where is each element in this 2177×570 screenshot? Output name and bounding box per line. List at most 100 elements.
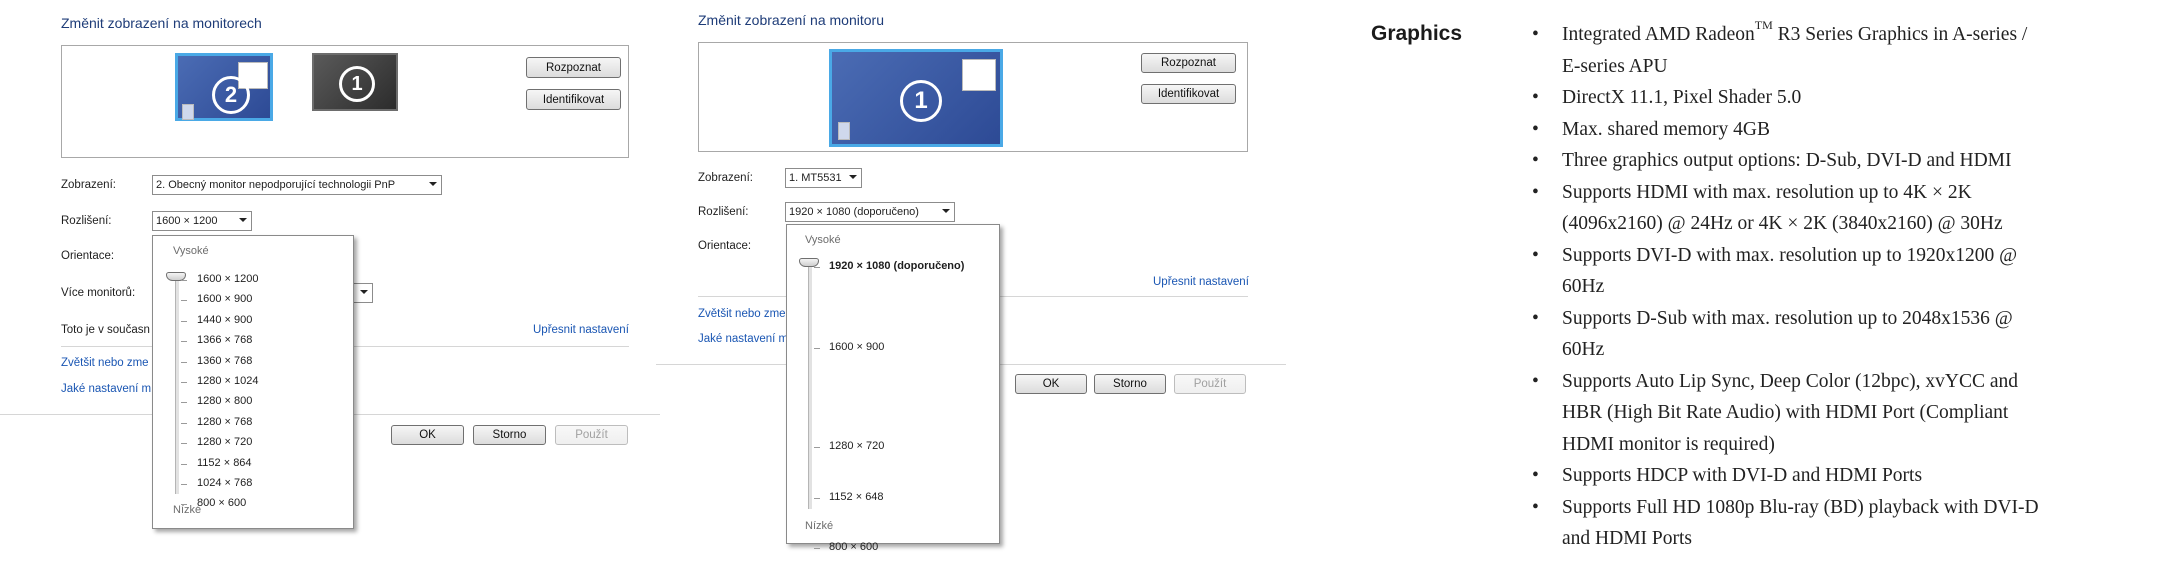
slider-tick <box>814 548 820 549</box>
resolution-option[interactable]: 1280 × 720 <box>197 436 252 448</box>
slider-tick <box>181 402 187 404</box>
resolution-slider-track[interactable] <box>808 263 812 509</box>
resize-text-link[interactable]: Zvětšit nebo zme <box>61 357 149 369</box>
list-item-text: DirectX 11.1, Pixel Shader 5.0 <box>1562 87 1802 108</box>
resolution-option[interactable]: 1152 × 648 <box>829 491 884 503</box>
list-item-text: Supports Auto Lip Sync, Deep Color (12bp… <box>1562 370 2019 392</box>
display-select-value: 1. MT5531 <box>789 172 842 184</box>
list-item-text: Integrated AMD Radeon <box>1562 24 1755 45</box>
resolution-option[interactable]: 1440 × 900 <box>197 314 252 326</box>
resolution-option[interactable]: 800 × 600 <box>829 541 878 553</box>
resolution-option[interactable]: 1024 × 768 <box>197 477 252 489</box>
list-item-text: Supports Full HD 1080p Blu-ray (BD) play… <box>1562 496 2039 518</box>
advanced-settings-link[interactable]: Upřesnit nastavení <box>533 324 629 336</box>
list-item: Supports Auto Lip Sync, Deep Color (12bp… <box>1532 366 2152 461</box>
display-select[interactable]: 1. MT5531 <box>785 168 862 188</box>
list-item: Supports Full HD 1080p Blu-ray (BD) play… <box>1532 492 2152 555</box>
page-title: Změnit zobrazení na monitoru <box>698 12 884 28</box>
display-select[interactable]: 2. Obecný monitor nepodporující technolo… <box>152 175 442 195</box>
slider-tick <box>814 348 820 349</box>
list-item-text: (4096x2160) @ 24Hz or 4K × 2K (3840x2160… <box>1562 213 2003 234</box>
window-icon <box>962 59 996 91</box>
list-item-text: Three graphics output options: D-Sub, DV… <box>1562 150 2012 171</box>
chevron-down-icon <box>429 182 437 186</box>
resolution-option[interactable]: 1366 × 768 <box>197 334 252 346</box>
which-settings-link[interactable]: Jaké nastavení m <box>61 383 151 395</box>
resolution-label: Rozlišení: <box>61 215 112 227</box>
window-icon <box>838 122 850 140</box>
apply-button[interactable]: Použít <box>555 425 628 445</box>
list-item: Max. shared memory 4GB <box>1532 114 2152 146</box>
identify-button[interactable]: Identifikovat <box>1141 84 1236 104</box>
slider-tick <box>181 280 187 281</box>
monitor-number-badge: 1 <box>339 66 375 102</box>
resolution-select-value: 1600 × 1200 <box>156 215 218 227</box>
section-heading: Graphics <box>1371 22 1463 45</box>
identify-button[interactable]: Identifikovat <box>526 89 621 110</box>
window-icon <box>182 104 194 120</box>
resolution-option[interactable]: 800 × 600 <box>197 497 246 509</box>
which-settings-link[interactable]: Jaké nastavení m <box>698 333 788 345</box>
slider-tick <box>181 320 187 322</box>
resolution-option[interactable]: 1600 × 900 <box>829 341 884 353</box>
chevron-down-icon <box>239 218 247 222</box>
ok-button[interactable]: OK <box>1015 374 1087 394</box>
detect-button[interactable]: Rozpoznat <box>526 57 621 78</box>
slider-tick <box>181 463 187 465</box>
list-item-text: Supports HDMI with max. resolution up to… <box>1562 181 1972 203</box>
advanced-settings-link[interactable]: Upřesnit nastavení <box>1153 276 1249 288</box>
resolution-option[interactable]: 1280 × 1024 <box>197 375 258 387</box>
monitor-arrangement: 1 Rozpoznat Identifikovat <box>698 42 1248 152</box>
list-item-text: HBR (High Bit Rate Audio) with HDMI Port… <box>1562 402 2009 423</box>
trademark-sup: TM <box>1754 18 1773 32</box>
multi-monitor-select[interactable] <box>353 283 373 303</box>
apply-button[interactable]: Použít <box>1174 374 1246 394</box>
resolution-option[interactable]: 1280 × 720 <box>829 440 884 452</box>
resolution-option[interactable]: 1280 × 800 <box>197 395 252 407</box>
monitor-2[interactable]: 2 <box>175 53 273 121</box>
slider-tick <box>181 300 187 302</box>
resolution-select[interactable]: 1600 × 1200 <box>152 211 252 231</box>
ok-button[interactable]: OK <box>391 425 464 445</box>
spec-list: Integrated AMD RadeonTM R3 Series Graphi… <box>1532 19 2152 555</box>
monitor-1[interactable]: 1 <box>312 53 398 111</box>
resolution-slider-track[interactable] <box>175 274 179 494</box>
list-item-text: E-series APU <box>1562 55 1668 77</box>
cancel-button[interactable]: Storno <box>473 425 546 445</box>
display-select-value: 2. Obecný monitor nepodporující technolo… <box>156 179 396 191</box>
display-label: Zobrazení: <box>61 179 116 191</box>
resolution-option[interactable]: 1280 × 768 <box>197 416 252 428</box>
resolution-option[interactable]: 1920 × 1080 (doporučeno) <box>829 260 964 272</box>
monitor-number-badge: 1 <box>900 80 942 122</box>
chevron-down-icon <box>360 290 368 294</box>
resize-text-link[interactable]: Zvětšit nebo zme <box>698 308 786 320</box>
cancel-button[interactable]: Storno <box>1094 374 1166 394</box>
resolution-option[interactable]: 1600 × 900 <box>197 293 252 305</box>
chevron-down-icon <box>942 209 950 213</box>
resolution-option[interactable]: 1600 × 1200 <box>197 273 258 285</box>
list-item-text: Supports DVI-D with max. resolution up t… <box>1562 244 2018 266</box>
monitor-1[interactable]: 1 <box>829 49 1003 147</box>
resolution-dropdown: Vysoké 1600 × 1200 1600 × 900 1440 × 900 13… <box>152 235 354 529</box>
list-item-text: R3 Series Graphics in A-series / <box>1772 24 2028 45</box>
list-item: Supports HDMI with max. resolution up to… <box>1532 177 2152 240</box>
list-item-text: Supports HDCP with DVI-D and HDMI Ports <box>1562 465 1923 486</box>
multi-monitor-label: Více monitorů: <box>61 287 136 299</box>
detect-button[interactable]: Rozpoznat <box>1141 53 1236 73</box>
resolution-select[interactable]: 1920 × 1080 (doporučeno) <box>785 202 955 222</box>
resolution-slider-thumb[interactable] <box>799 258 819 267</box>
monitor-number-badge: 2 <box>212 76 250 114</box>
slider-tick <box>814 447 820 448</box>
list-item-text: Supports D-Sub with max. resolution up t… <box>1562 307 2013 329</box>
list-item: Integrated AMD RadeonTM R3 Series Graphi… <box>1532 19 2152 82</box>
page-title: Změnit zobrazení na monitorech <box>61 15 262 31</box>
resolution-label: Rozlišení: <box>698 206 749 218</box>
chevron-down-icon <box>849 175 857 179</box>
resolution-option[interactable]: 1360 × 768 <box>197 355 252 367</box>
list-item: Supports DVI-D with max. resolution up t… <box>1532 240 2152 303</box>
slider-tick <box>181 484 187 485</box>
monitor-arrangement: 2 1 Rozpoznat Identifikovat <box>61 45 629 158</box>
slider-tick <box>181 382 187 383</box>
orientation-label: Orientace: <box>698 240 752 252</box>
resolution-option[interactable]: 1152 × 864 <box>197 457 252 469</box>
